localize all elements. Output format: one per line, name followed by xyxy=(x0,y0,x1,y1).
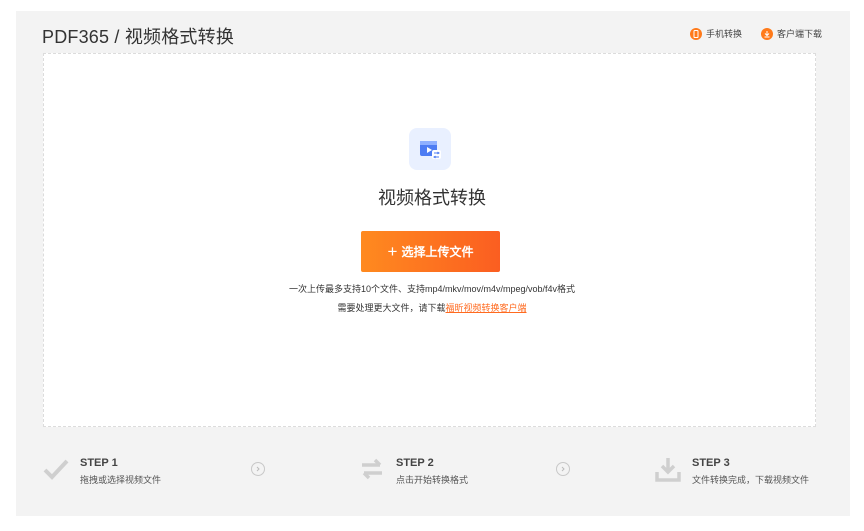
check-icon xyxy=(43,459,69,480)
step-2: STEP 2 点击开始转换格式 xyxy=(358,455,468,486)
step-1-desc: 拖拽或选择视频文件 xyxy=(80,475,162,485)
step-1-title: STEP 1 xyxy=(80,457,118,469)
download-icon xyxy=(761,27,773,40)
step-1: STEP 1 拖拽或选择视频文件 xyxy=(42,455,161,486)
large-file-note: 需要处理更大文件，请下载福昕视频转换客户端 xyxy=(0,301,864,314)
step-3-desc: 文件转换完成，下载视频文件 xyxy=(692,475,810,485)
large-file-note-text: 需要处理更大文件，请下载 xyxy=(337,303,446,313)
step-3-title: STEP 3 xyxy=(692,457,730,469)
swap-icon xyxy=(362,458,382,480)
mobile-convert-label: 手机转换 xyxy=(706,29,743,39)
client-download-link[interactable]: 客户端下载 xyxy=(761,27,822,40)
client-download-inline-link[interactable]: 福昕视频转换客户端 xyxy=(446,303,527,313)
chevron-right-icon xyxy=(251,462,265,476)
client-download-label: 客户端下载 xyxy=(777,29,823,39)
format-note: 一次上传最多支持10个文件、支持mp4/mkv/mov/m4v/mpeg/vob… xyxy=(288,284,576,294)
video-convert-icon xyxy=(409,128,451,170)
plus-icon: + xyxy=(387,242,398,261)
tool-title: 视频格式转换 xyxy=(378,188,486,208)
upload-button-label: 选择上传文件 xyxy=(401,245,474,259)
brand-title: PDF365 / 视频格式转换 xyxy=(42,27,235,47)
header: PDF365 / 视频格式转换 手机转换 客户端下载 xyxy=(16,11,850,53)
mobile-convert-link[interactable]: 手机转换 xyxy=(690,27,742,40)
phone-icon xyxy=(690,27,702,40)
upload-file-button[interactable]: + 选择上传文件 xyxy=(361,231,500,272)
chevron-right-icon xyxy=(556,462,570,476)
step-2-desc: 点击开始转换格式 xyxy=(396,475,469,485)
step-2-title: STEP 2 xyxy=(396,457,434,469)
step-3: STEP 3 文件转换完成，下载视频文件 xyxy=(654,455,809,486)
download-tray-icon xyxy=(655,458,681,482)
